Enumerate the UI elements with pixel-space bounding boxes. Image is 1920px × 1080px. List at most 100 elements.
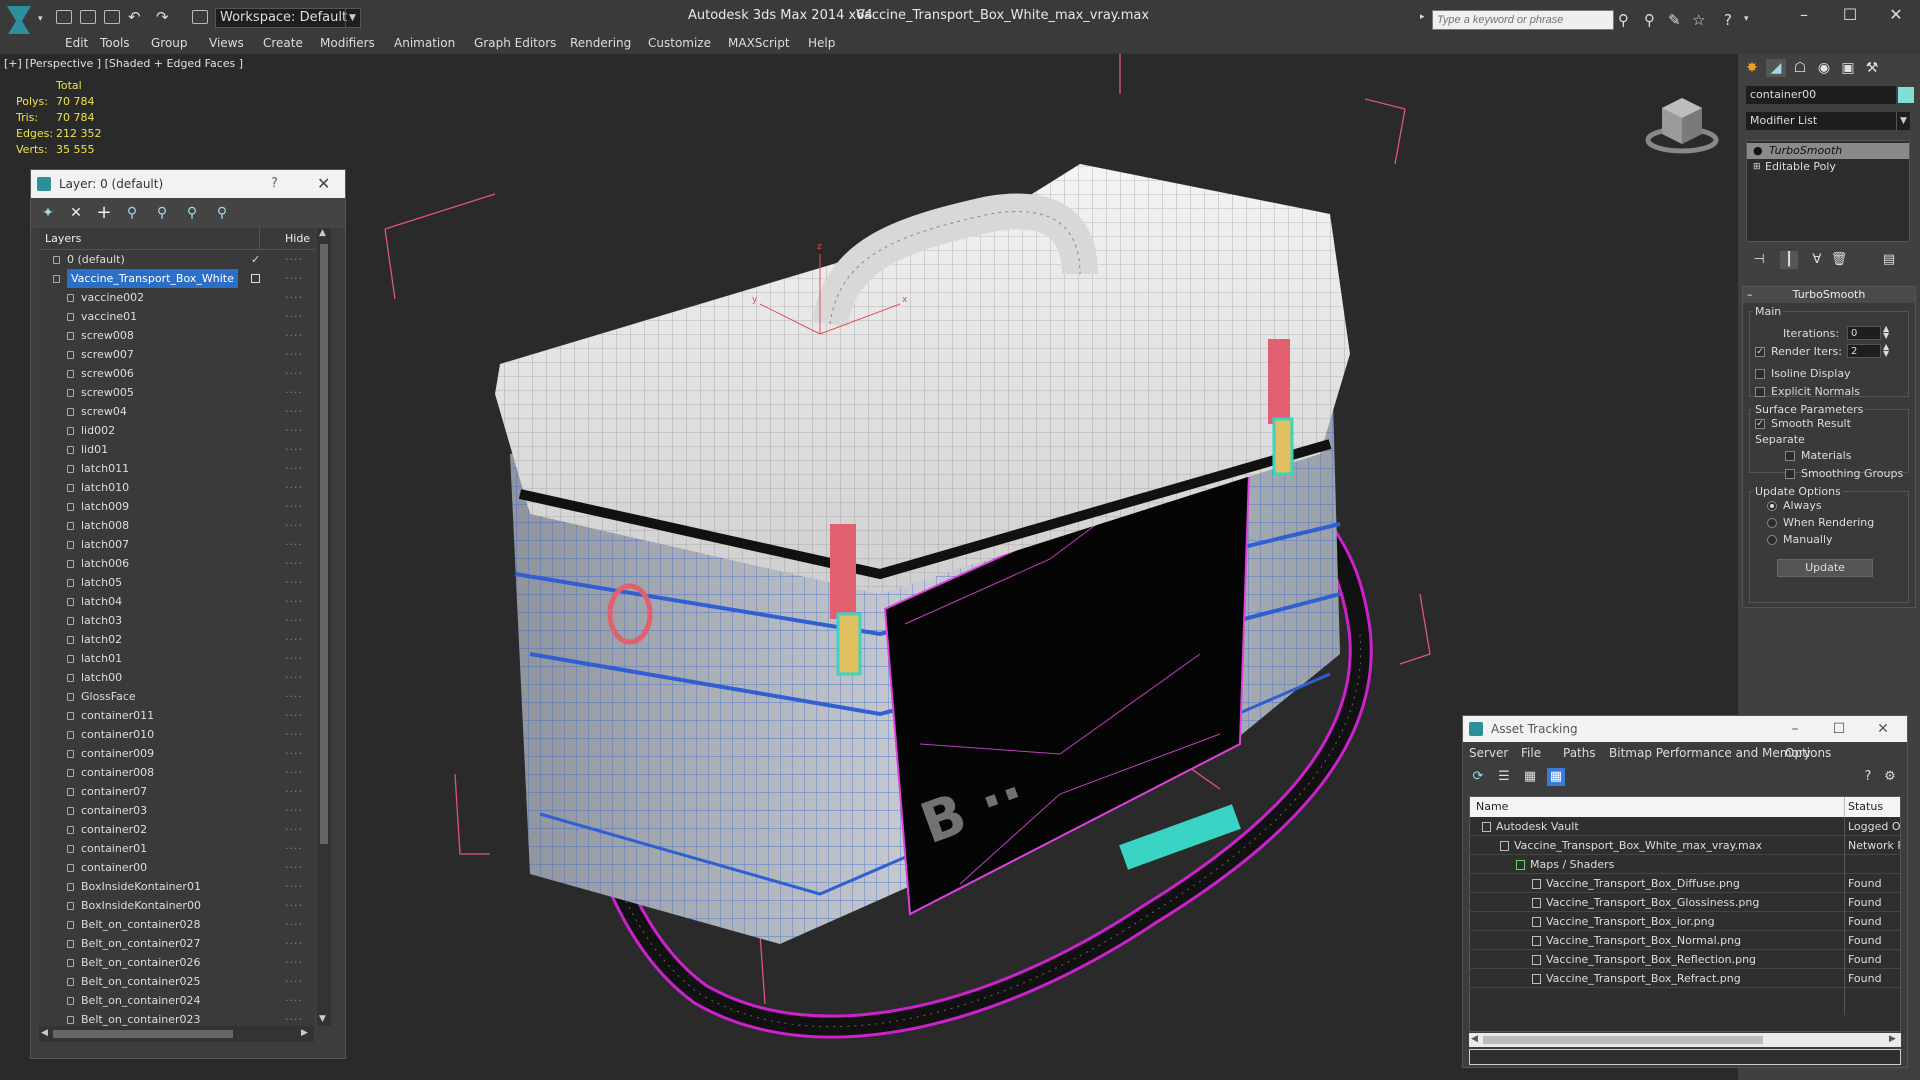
layer-name[interactable]: vaccine01: [81, 307, 137, 326]
open-folder-icon[interactable]: [80, 10, 96, 24]
menu-modifiers[interactable]: Modifiers: [320, 36, 375, 50]
hide-toggle[interactable]: ····: [285, 459, 303, 478]
rollout-title[interactable]: – TurboSmooth: [1743, 287, 1915, 303]
layer-row[interactable]: Belt_on_container027 ····: [39, 934, 314, 953]
hide-toggle[interactable]: ····: [285, 440, 303, 459]
hide-toggle[interactable]: ····: [285, 307, 303, 326]
layer-row[interactable]: Belt_on_container028 ····: [39, 915, 314, 934]
hide-toggle[interactable]: ····: [285, 858, 303, 877]
layer-row[interactable]: latch05 ····: [39, 573, 314, 592]
menu-help[interactable]: Help: [808, 36, 835, 50]
layer-row[interactable]: container07 ····: [39, 782, 314, 801]
hide-toggle[interactable]: ····: [285, 288, 303, 307]
make-unique-icon[interactable]: ∀: [1808, 251, 1826, 269]
menu-edit[interactable]: Edit: [65, 36, 88, 50]
layer-name[interactable]: GlossFace: [81, 687, 136, 706]
settings-icon[interactable]: ⚙: [1881, 768, 1899, 786]
when-rendering-radio[interactable]: [1767, 518, 1777, 528]
add-to-layer-icon[interactable]: +: [95, 204, 113, 222]
viewport-label[interactable]: [+] [Perspective ] [Shaded + Edged Faces…: [4, 57, 243, 70]
subscription-icon[interactable]: ⚲: [1644, 11, 1655, 29]
asset-menu-server[interactable]: Server: [1469, 746, 1508, 760]
layer-name[interactable]: latch03: [81, 611, 122, 630]
maximize-button[interactable]: ☐: [1830, 4, 1870, 26]
menu-customize[interactable]: Customize: [648, 36, 711, 50]
hide-toggle[interactable]: ····: [285, 478, 303, 497]
smoothing-groups-checkbox[interactable]: [1785, 469, 1795, 479]
layer-name[interactable]: latch04: [81, 592, 122, 611]
hide-toggle[interactable]: ····: [285, 763, 303, 782]
asset-menu-paths[interactable]: Paths: [1563, 746, 1596, 760]
hide-toggle[interactable]: ····: [285, 877, 303, 896]
object-color-swatch[interactable]: [1898, 87, 1914, 103]
asset-horizontal-scrollbar[interactable]: ◀ ▶: [1469, 1033, 1901, 1047]
layer-row[interactable]: Vaccine_Transport_Box_White ····: [39, 269, 314, 288]
hide-toggle[interactable]: ····: [285, 782, 303, 801]
asset-tracking-window[interactable]: Asset Tracking – ☐ ✕ Server File Paths Bitm…: [1462, 715, 1908, 1068]
layer-window-close-button[interactable]: ✕: [317, 170, 330, 198]
layer-name[interactable]: container01: [81, 839, 147, 858]
create-layer-icon[interactable]: ✦: [39, 204, 57, 222]
layer-name[interactable]: latch008: [81, 516, 129, 535]
active-layer-checkbox[interactable]: [251, 274, 260, 283]
hide-toggle[interactable]: ····: [285, 668, 303, 687]
hide-toggle[interactable]: ····: [285, 972, 303, 991]
menu-tools[interactable]: Tools: [100, 36, 130, 50]
column-hide[interactable]: Hide: [285, 232, 310, 245]
layer-name[interactable]: container011: [81, 706, 154, 725]
app-menu-arrow-icon[interactable]: ▾: [38, 14, 43, 24]
hide-toggle[interactable]: ····: [285, 630, 303, 649]
layer-row[interactable]: container010 ····: [39, 725, 314, 744]
layer-list[interactable]: Layers Hide 0 (default) ✓ ···· Vaccine_Tran…: [39, 228, 314, 1026]
hide-toggle[interactable]: ····: [285, 421, 303, 440]
layer-row[interactable]: container00 ····: [39, 858, 314, 877]
hide-toggle[interactable]: ····: [285, 535, 303, 554]
help-arrow-icon[interactable]: ▾: [1744, 14, 1749, 24]
redo-icon[interactable]: ↷: [156, 8, 169, 26]
favorites-star-icon[interactable]: ☆: [1692, 11, 1705, 29]
layer-window-title[interactable]: Layer: 0 (default): [31, 170, 345, 198]
menu-group[interactable]: Group: [151, 36, 188, 50]
render-iters-checkbox[interactable]: ✓: [1755, 347, 1765, 357]
table-view-icon[interactable]: ▦: [1547, 768, 1565, 786]
layer-row[interactable]: latch008 ····: [39, 516, 314, 535]
asset-maximize-button[interactable]: ☐: [1819, 716, 1859, 742]
list-view-icon[interactable]: ☰: [1495, 768, 1513, 786]
layer-row[interactable]: latch04 ····: [39, 592, 314, 611]
hide-toggle[interactable]: ····: [285, 744, 303, 763]
remove-modifier-icon[interactable]: 🗑: [1830, 251, 1848, 269]
layer-name[interactable]: 0 (default): [67, 250, 125, 269]
asset-menu-file[interactable]: File: [1521, 746, 1541, 760]
hide-toggle[interactable]: ····: [285, 687, 303, 706]
layer-name[interactable]: latch01: [81, 649, 122, 668]
layer-row[interactable]: lid01 ····: [39, 440, 314, 459]
layer-row[interactable]: latch010 ····: [39, 478, 314, 497]
asset-row[interactable]: Vaccine_Transport_Box_Glossiness.png Foun…: [1470, 893, 1900, 912]
update-button[interactable]: Update: [1777, 559, 1873, 577]
hide-toggle[interactable]: ····: [285, 934, 303, 953]
layer-name[interactable]: latch00: [81, 668, 122, 687]
hide-toggle[interactable]: ····: [285, 364, 303, 383]
layer-name[interactable]: latch05: [81, 573, 122, 592]
hide-toggle[interactable]: ····: [285, 725, 303, 744]
menu-views[interactable]: Views: [209, 36, 244, 50]
show-end-result-icon[interactable]: ┃: [1780, 251, 1798, 269]
layer-name[interactable]: container02: [81, 820, 147, 839]
hide-toggle[interactable]: ····: [285, 915, 303, 934]
layer-row[interactable]: screw007 ····: [39, 345, 314, 364]
asset-row[interactable]: Vaccine_Transport_Box_ior.png Found: [1470, 912, 1900, 931]
hide-toggle[interactable]: ····: [285, 953, 303, 972]
workspace-dropdown[interactable]: Workspace: Default: [215, 8, 361, 28]
search-expand-icon[interactable]: ▸: [1420, 12, 1425, 22]
modifier-list-dropdown[interactable]: Modifier List: [1746, 112, 1910, 130]
layer-name[interactable]: container03: [81, 801, 147, 820]
project-folder-icon[interactable]: [192, 10, 208, 24]
stack-item-editable-poly[interactable]: ⊞ Editable Poly: [1747, 159, 1909, 175]
layer-row[interactable]: Belt_on_container023 ····: [39, 1010, 314, 1026]
hide-toggle[interactable]: ····: [285, 820, 303, 839]
layer-row[interactable]: container011 ····: [39, 706, 314, 725]
render-iters-spinner[interactable]: 2: [1847, 344, 1881, 358]
layer-row[interactable]: latch007 ····: [39, 535, 314, 554]
layer-name[interactable]: screw04: [81, 402, 127, 421]
delete-layer-icon[interactable]: ✕: [67, 204, 85, 222]
